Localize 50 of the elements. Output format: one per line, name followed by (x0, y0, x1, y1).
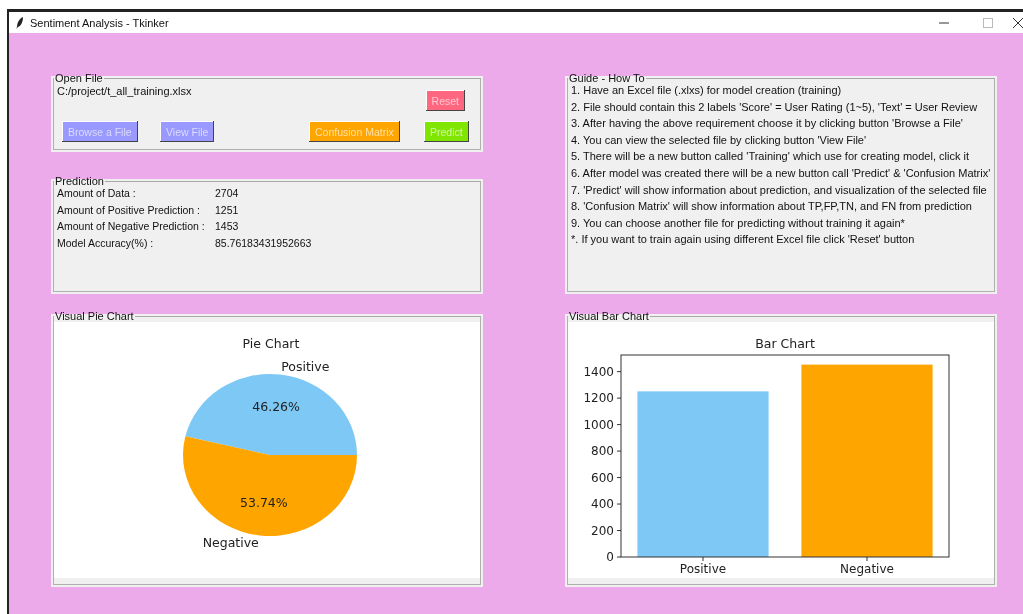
guide-step: *. If you want to train again using different Excel file click 'Reset' button (571, 233, 991, 247)
chart-title: Pie Chart (242, 336, 300, 351)
stat-value: 1251 (215, 203, 240, 217)
stat-label: Amount of Data : (57, 187, 137, 200)
action-button[interactable]: View File (160, 121, 215, 142)
guide-step: 8. 'Confusion Matrix' will show information about TP,FP,TN, and FN from prediction (571, 200, 991, 214)
stat-label: Amount of Positive Prediction : (57, 203, 201, 217)
y-tick-label: 800 (591, 444, 614, 459)
panel-title: Guide - How To (568, 72, 646, 84)
minimize-button[interactable] (939, 21, 949, 24)
guide-step: 3. After having the above requirement choose it by clicking button 'Browse a File' (571, 117, 991, 131)
stat-value: 2704 (215, 187, 240, 200)
guide-step: 4. You can view the selected file by clicking button 'View File' (571, 133, 991, 147)
x-tick-label: Negative (840, 562, 894, 576)
guide-step: 7. 'Predict' will show information about prediction, and visualization of the selected file (571, 183, 991, 197)
feather-icon (16, 16, 24, 29)
maximize-button[interactable] (983, 17, 993, 28)
y-tick-label: 1400 (583, 364, 614, 379)
panel-title: Visual Bar Chart (568, 310, 650, 322)
guide-step: 2. File should contain this 2 labels 'Score' = User Rating (1~5), 'Text' = User Review (571, 100, 991, 114)
y-tick-label: 1000 (583, 417, 614, 432)
action-button[interactable]: Browse a File (62, 121, 138, 142)
reset-button[interactable]: Reset (425, 90, 465, 111)
chart-title: Bar Chart (755, 336, 815, 351)
y-tick-label: 600 (591, 470, 614, 485)
y-tick-label: 1200 (583, 391, 614, 406)
guide-step: 6. After model was created there will be a new button call 'Predict' & 'Confusion Matrix' (571, 166, 991, 180)
y-tick-label: 200 (591, 523, 614, 538)
percent-label: 46.26% (252, 398, 300, 414)
x-tick-label: Positive (679, 562, 727, 576)
close-button[interactable] (1013, 17, 1023, 28)
panel-title: Prediction (54, 175, 105, 187)
guide-step: 5. There will be a new button called 'Training' which use for creating model, click it (571, 150, 991, 164)
panel-title: Open File (54, 72, 104, 84)
y-tick-label: 0 (606, 550, 614, 564)
stat-value: 1453 (215, 220, 240, 233)
stat-label: Model Accuracy(%) : (57, 236, 155, 250)
action-button[interactable]: Predict (424, 121, 469, 142)
y-tick-label: 400 (591, 497, 614, 512)
slice-label: Positive (281, 358, 330, 374)
percent-label: 53.74% (240, 495, 288, 511)
stat-value: 85.76183431952663 (215, 236, 313, 250)
guide-step: 9. You can choose another file for predicting without training it again* (571, 216, 991, 230)
file-path: C:/project/t_all_training.xlsx (57, 85, 192, 97)
window-title: Sentiment Analysis - Tkinker (30, 16, 170, 29)
slice-label: Negative (202, 535, 259, 551)
panel-title: Visual Pie Chart (54, 310, 135, 322)
action-button[interactable]: Confusion Matrix (309, 121, 400, 142)
stat-label: Amount of Negative Prediction : (57, 220, 206, 233)
guide-step: 1. Have an Excel file (.xlxs) for model creation (training) (571, 84, 991, 97)
